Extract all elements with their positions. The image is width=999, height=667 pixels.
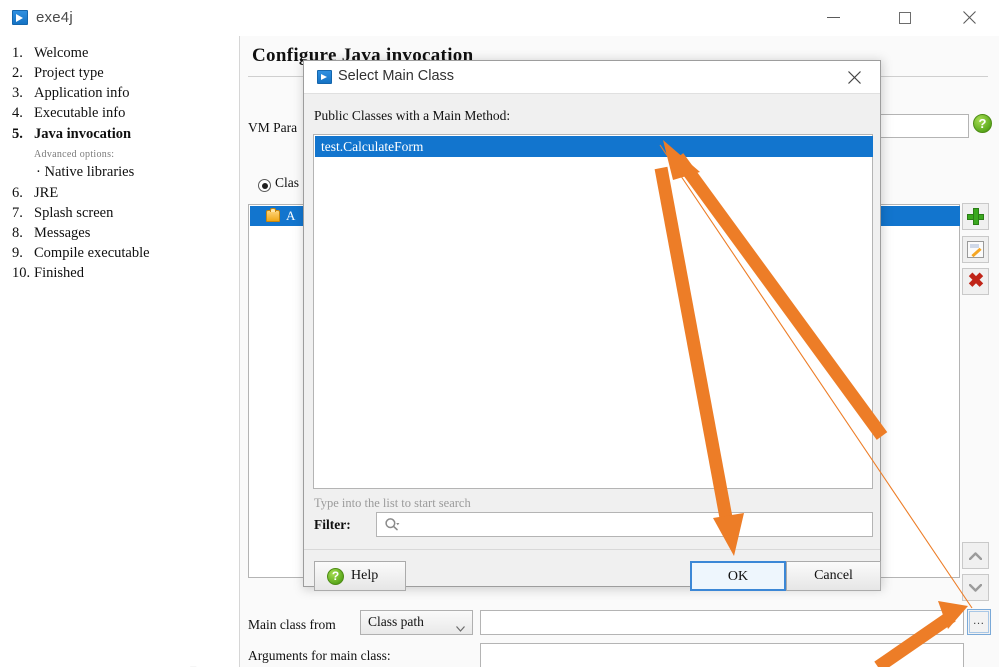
dialog-close-button[interactable] <box>832 61 876 93</box>
sidebar-item-finished[interactable]: 10. Finished <box>12 265 84 282</box>
x-icon: ✖ <box>967 270 985 292</box>
advanced-options-label: Advanced options: <box>34 149 115 160</box>
step-label: Application info <box>34 85 130 101</box>
cancel-button-label: Cancel <box>814 568 853 583</box>
substep-label: Native libraries <box>44 164 135 180</box>
sidebar-item-welcome[interactable]: 1. Welcome <box>12 45 88 62</box>
ok-button-label: OK <box>727 569 749 584</box>
chevron-up-icon <box>969 552 982 560</box>
classpath-radio-label: Clas <box>275 175 300 190</box>
move-down-button[interactable] <box>962 574 989 601</box>
close-icon <box>848 71 861 84</box>
classpath-radio[interactable] <box>258 179 271 192</box>
sidebar-item-compile-executable[interactable]: 9. Compile executable <box>12 245 150 262</box>
exe4j-watermark: 4 <box>178 660 240 667</box>
maximize-icon <box>899 12 911 24</box>
chevron-down-icon <box>456 620 465 632</box>
dialog-body: Public Classes with a Main Method: test.… <box>304 94 881 591</box>
step-label: Welcome <box>34 45 89 61</box>
close-icon <box>963 11 976 24</box>
vm-parameters-label: VM Para <box>248 120 298 135</box>
step-label: JRE <box>34 185 59 201</box>
step-number: 10. <box>12 265 31 281</box>
help-button-label: Help <box>351 568 379 583</box>
step-label: Compile executable <box>34 245 150 261</box>
classpath-entry-label: A <box>286 208 296 223</box>
main-class-input[interactable] <box>480 610 964 635</box>
chevron-down-icon <box>969 584 982 592</box>
select-main-class-dialog: Select Main Class Public Classes with a … <box>303 60 881 591</box>
main-class-from-select[interactable]: Class path <box>360 610 473 635</box>
sidebar-item-messages[interactable]: 8. Messages <box>12 225 90 242</box>
dialog-titlebar: Select Main Class <box>304 61 880 94</box>
arguments-label: Arguments for main class: <box>248 648 391 663</box>
sidebar-item-executable-info[interactable]: 4. Executable info <box>12 105 125 122</box>
sidebar-item-jre[interactable]: 6. JRE <box>12 185 58 202</box>
app-icon <box>12 10 28 25</box>
step-label: Splash screen <box>34 205 114 221</box>
step-label: Executable info <box>34 105 126 121</box>
step-number: 3. <box>12 85 23 101</box>
step-number: 6. <box>12 185 23 201</box>
maximize-button[interactable] <box>883 0 929 35</box>
sidebar-item-splash-screen[interactable]: 7. Splash screen <box>12 205 113 222</box>
list-item[interactable]: test.CalculateForm <box>315 136 873 157</box>
step-number: 7. <box>12 205 23 221</box>
step-number: 8. <box>12 225 23 241</box>
window-titlebar: exe4j <box>0 0 999 37</box>
bullet-icon: · <box>36 164 41 180</box>
help-button[interactable]: ? Help <box>314 561 406 591</box>
plus-icon <box>967 208 984 225</box>
class-list[interactable]: test.CalculateForm <box>313 134 873 489</box>
main-class-from-value: Class path <box>368 614 424 629</box>
step-label: Messages <box>34 225 91 241</box>
filter-label: Filter: <box>314 517 351 532</box>
pencil-icon <box>967 241 984 258</box>
dialog-divider <box>304 549 880 550</box>
search-hint: Type into the list to start search <box>314 496 471 510</box>
class-list-label: Public Classes with a Main Method: <box>314 108 511 123</box>
app-icon <box>317 70 332 84</box>
dialog-title: Select Main Class <box>338 68 455 84</box>
remove-button[interactable]: ✖ <box>962 268 989 295</box>
window-title: exe4j <box>36 9 73 26</box>
sidebar-item-java-invocation[interactable]: 5. Java invocation <box>12 126 131 143</box>
browse-main-class-button[interactable]: … <box>967 609 991 635</box>
step-number: 2. <box>12 65 23 81</box>
main-class-from-label: Main class from <box>248 617 336 632</box>
folder-icon <box>266 208 280 222</box>
minimize-button[interactable] <box>811 0 857 35</box>
filter-input[interactable] <box>376 512 873 537</box>
ok-button[interactable]: OK <box>690 561 786 591</box>
exe4j-window: exe4j 1. Welcome 2. Project type 3. Applica… <box>0 0 999 667</box>
step-label: Project type <box>34 65 104 81</box>
add-button[interactable] <box>962 203 989 230</box>
arguments-input[interactable] <box>480 643 964 667</box>
sidebar-item-native-libraries[interactable]: · Native libraries <box>36 164 134 181</box>
step-number: 9. <box>12 245 23 261</box>
sidebar-item-application-info[interactable]: 3. Application info <box>12 85 129 102</box>
step-number: 4. <box>12 105 23 121</box>
help-icon: ? <box>327 568 344 585</box>
cancel-button[interactable]: Cancel <box>786 561 881 591</box>
close-button[interactable] <box>947 0 993 35</box>
sidebar-item-project-type[interactable]: 2. Project type <box>12 65 104 82</box>
step-label: Finished <box>34 265 84 281</box>
step-label: Java invocation <box>34 126 132 142</box>
search-icon <box>384 517 400 533</box>
wizard-sidebar: 1. Welcome 2. Project type 3. Application i… <box>0 36 240 667</box>
step-number: 1. <box>12 45 23 61</box>
edit-button[interactable] <box>962 236 989 263</box>
vm-parameters-help-icon[interactable]: ? <box>973 114 992 133</box>
ellipsis-icon: … <box>972 613 986 627</box>
minimize-icon <box>827 17 840 18</box>
move-up-button[interactable] <box>962 542 989 569</box>
step-number: 5. <box>12 126 23 142</box>
